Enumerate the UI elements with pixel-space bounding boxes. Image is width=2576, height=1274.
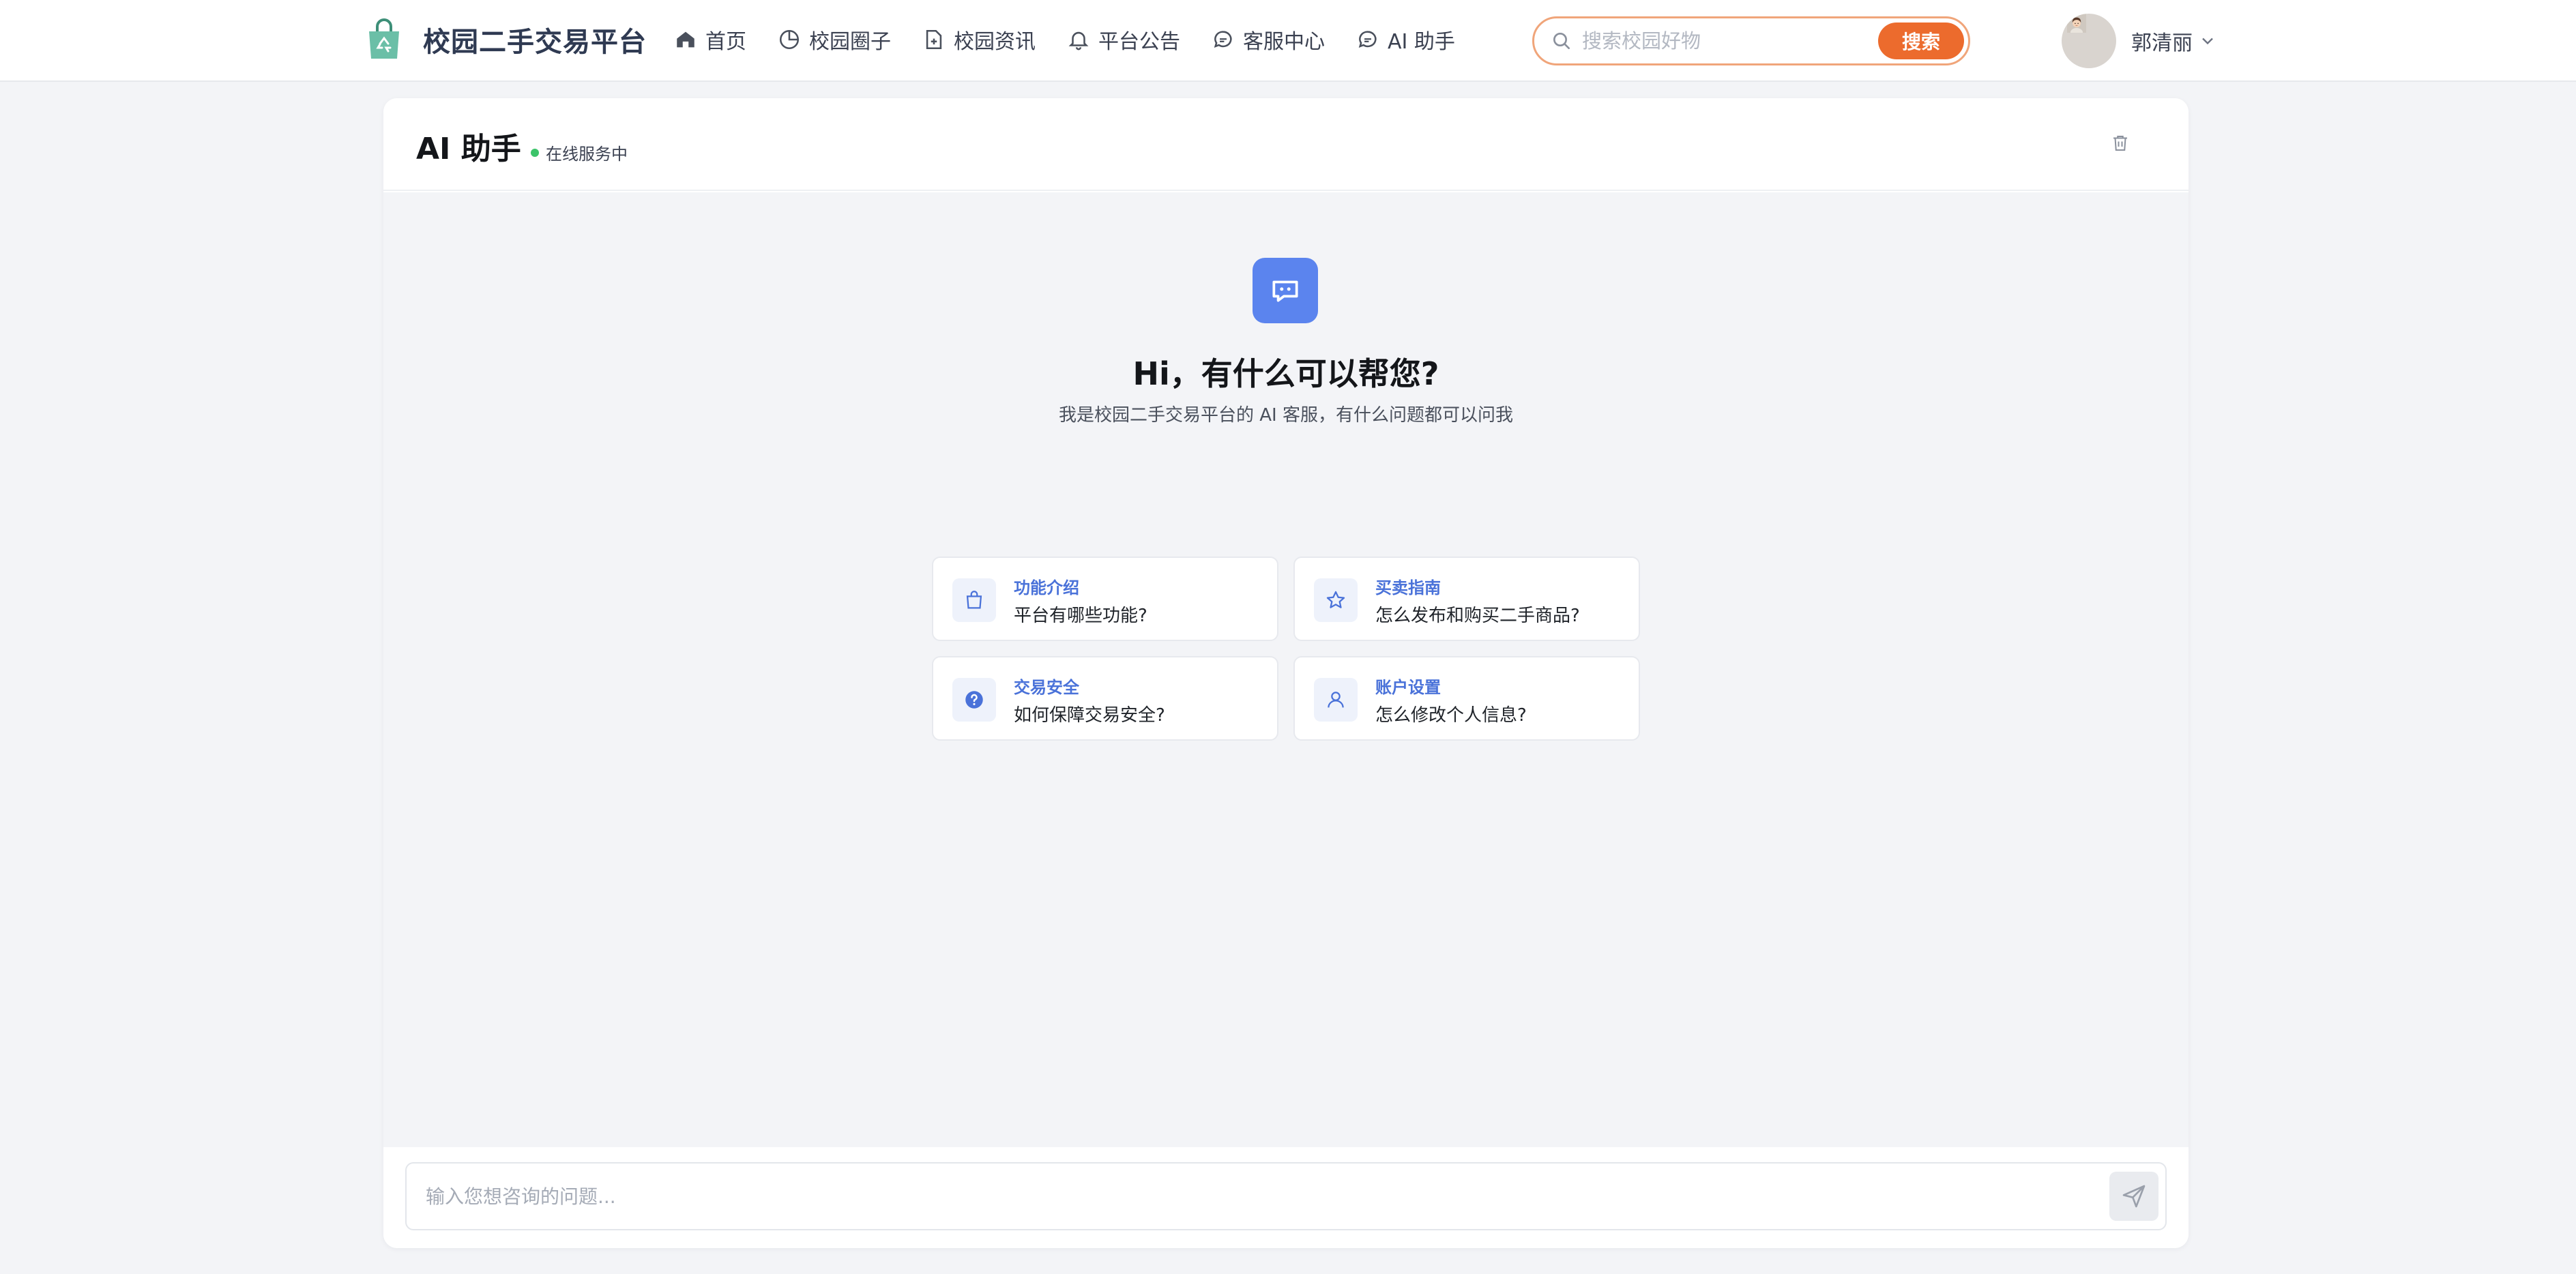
nav-item-ai-assistant[interactable]: AI 助手 (1356, 25, 1455, 55)
suggestion-card-guide[interactable]: 买卖指南 怎么发布和购买二手商品? (1293, 557, 1640, 641)
star-icon (1314, 578, 1358, 622)
chevron-down-icon (2202, 38, 2213, 45)
suggestion-question: 怎么修改个人信息? (1375, 705, 1527, 726)
suggestion-question: 平台有哪些功能? (1014, 606, 1147, 626)
nav-label: 客服中心 (1243, 30, 1325, 54)
bell-icon (1068, 31, 1089, 50)
user-icon (1314, 678, 1358, 722)
suggestion-card-safety[interactable]: 交易安全 如何保障交易安全? (932, 656, 1278, 741)
suggestion-category: 交易安全 (1014, 678, 1079, 697)
user-menu[interactable]: 郭清丽 (2062, 14, 2217, 68)
nav-label: AI 助手 (1388, 30, 1455, 54)
suggestion-category: 买卖指南 (1375, 578, 1441, 597)
suggestion-question: 怎么发布和购买二手商品? (1375, 606, 1580, 626)
nav-item-news[interactable]: 校园资讯 (922, 25, 1036, 55)
brand-name: 校园二手交易平台 (423, 27, 647, 58)
send-button[interactable] (2109, 1172, 2158, 1221)
nav-label: 平台公告 (1098, 30, 1180, 54)
trash-icon (2113, 136, 2127, 151)
search-icon (1553, 33, 1570, 49)
robot-icon (1253, 258, 1318, 323)
search-bar: 搜索 (1532, 16, 1970, 65)
nav-label: 校园资讯 (954, 30, 1036, 54)
chat-bubble-icon (1358, 31, 1377, 48)
panel-header: AI 助手 在线服务中 (383, 98, 2189, 191)
shopping-bag-logo-icon (369, 18, 399, 59)
shopping-bag-icon (952, 578, 996, 622)
greeting-subtitle: 我是校园二手交易平台的 AI 客服，有什么问题都可以问我 (1059, 405, 1513, 426)
clear-chat-button[interactable] (2107, 130, 2134, 157)
nav-item-circle[interactable]: 校园圈子 (778, 25, 891, 55)
status-dot (531, 148, 539, 157)
chat-input-bar (383, 1147, 2189, 1248)
chat-bubble-icon (1214, 31, 1232, 48)
pie-chart-icon (779, 29, 800, 50)
suggestion-category: 账户设置 (1375, 678, 1441, 697)
logo[interactable]: 校园二手交易平台 (366, 18, 647, 61)
chat-input-box (405, 1162, 2167, 1230)
suggestion-category: 功能介绍 (1014, 578, 1079, 597)
nav-label: 校园圈子 (809, 30, 891, 54)
chat-input[interactable] (426, 1164, 2063, 1229)
nav-item-home[interactable]: 首页 (674, 25, 746, 55)
chat-messages-area: Hi，有什么可以帮您? 我是校园二手交易平台的 AI 客服，有什么问题都可以问我… (383, 192, 2189, 1147)
suggestion-card-account[interactable]: 账户设置 怎么修改个人信息? (1293, 656, 1640, 741)
main-nav: 首页 校园圈子 校园资讯 平台公告 客服中心 AI 助手 (674, 25, 1487, 55)
suggestion-card-features[interactable]: 功能介绍 平台有哪些功能? (932, 557, 1278, 641)
ai-assistant-panel: AI 助手 在线服务中 Hi，有什么可以帮您? 我是校园二手交易平台的 AI 客… (383, 98, 2189, 1248)
user-name: 郭清丽 (2131, 31, 2193, 55)
home-icon (677, 31, 694, 48)
avatar (2062, 14, 2116, 68)
status-indicator: 在线服务中 (531, 140, 628, 164)
send-icon (2122, 1185, 2146, 1208)
nav-label: 首页 (705, 30, 746, 54)
suggestion-question: 如何保障交易安全? (1014, 705, 1165, 726)
search-button[interactable]: 搜索 (1878, 23, 1964, 59)
document-plus-icon (926, 29, 942, 50)
nav-item-announcement[interactable]: 平台公告 (1067, 25, 1180, 55)
status-text: 在线服务中 (546, 145, 628, 164)
top-navigation-bar: 校园二手交易平台 首页 校园圈子 校园资讯 平台公告 客服中心 AI 助手 搜索… (0, 0, 2576, 82)
question-circle-icon (952, 678, 996, 722)
search-input[interactable] (1582, 29, 1882, 53)
nav-item-service[interactable]: 客服中心 (1212, 25, 1325, 55)
greeting-title: Hi，有什么可以帮您? (1132, 355, 1439, 392)
page-title: AI 助手 (416, 132, 521, 166)
